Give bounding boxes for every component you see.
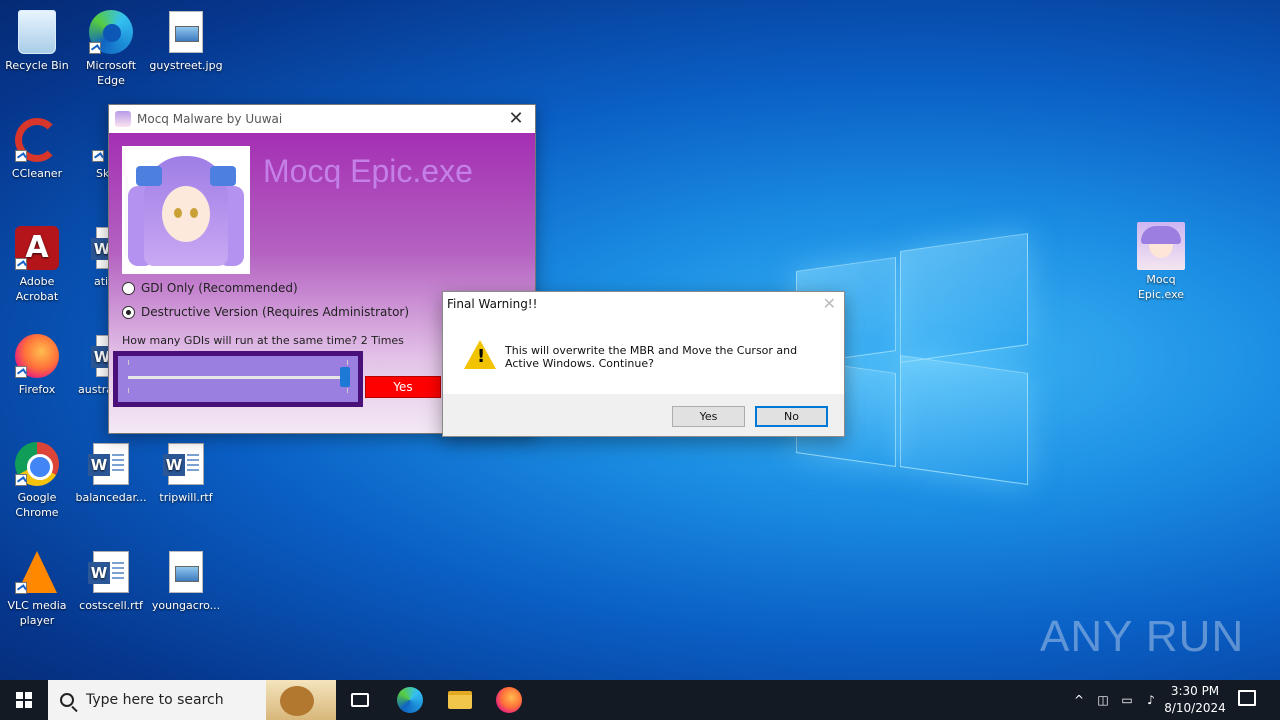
slider-track[interactable] bbox=[128, 376, 346, 379]
desktop-icon-label: Google Chrome bbox=[15, 491, 59, 519]
desktop-icon-label: youngacro... bbox=[151, 599, 221, 612]
desktop-icon-label: CCleaner bbox=[11, 167, 63, 180]
task-view-button[interactable] bbox=[346, 686, 374, 714]
image-file-icon bbox=[169, 11, 203, 53]
firefox-icon bbox=[496, 687, 522, 713]
desktop-icon-label: Adobe Acrobat bbox=[15, 275, 59, 303]
clock-date: 8/10/2024 bbox=[1164, 701, 1226, 715]
mocq-titlebar[interactable]: Mocq Malware by Uuwai bbox=[109, 105, 535, 133]
meet-now-icon[interactable]: ◫ bbox=[1094, 680, 1112, 720]
desktop-icon-recycle-bin[interactable]: Recycle Bin bbox=[0, 8, 74, 73]
desktop-icon-guystreet[interactable]: guystreet.jpg bbox=[149, 8, 223, 73]
edge-icon bbox=[397, 687, 423, 713]
desktop-icon-ati[interactable]: ati bbox=[74, 224, 108, 289]
desktop-icon-edge[interactable]: Microsoft Edge bbox=[74, 8, 148, 88]
volume-icon[interactable]: ♪ bbox=[1142, 680, 1160, 720]
taskbar-file-explorer[interactable] bbox=[446, 686, 474, 714]
search-highlight-image bbox=[266, 680, 336, 720]
radio-label: Destructive Version (Requires Administra… bbox=[141, 305, 410, 319]
desktop-icon-label: Sk bbox=[96, 167, 108, 180]
close-icon[interactable]: ✕ bbox=[505, 108, 527, 129]
desktop-icon-tripwill[interactable]: tripwill.rtf bbox=[149, 440, 223, 505]
word-doc-icon bbox=[91, 227, 108, 269]
close-icon[interactable]: ✕ bbox=[823, 294, 836, 313]
search-placeholder: Type here to search bbox=[86, 692, 224, 708]
desktop-icon-costscell[interactable]: costscell.rtf bbox=[74, 548, 148, 613]
desktop-icon-label: ati bbox=[94, 275, 108, 288]
final-warning-dialog: Final Warning!! ✕ ! This will overwrite … bbox=[442, 291, 845, 437]
gdi-count-label: How many GDIs will run at the same time?… bbox=[122, 334, 404, 347]
taskbar-firefox[interactable] bbox=[495, 686, 523, 714]
desktop-icon-vlc[interactable]: VLC media player bbox=[0, 548, 74, 628]
taskbar-clock[interactable]: 3:30 PM 8/10/2024 bbox=[1160, 683, 1230, 717]
word-doc-icon bbox=[88, 443, 129, 485]
desktop-icon-mocq-epic[interactable]: Mocq Epic.exe bbox=[1124, 222, 1198, 302]
desktop-icon-label: VLC media player bbox=[7, 599, 67, 627]
start-button[interactable] bbox=[0, 680, 48, 720]
desktop-icon-label: balancedar... bbox=[75, 491, 147, 504]
dialog-title: Final Warning!! bbox=[447, 297, 538, 311]
desktop-icon-skype[interactable]: Sk bbox=[74, 116, 108, 181]
desktop-icon-label: tripwill.rtf bbox=[159, 491, 213, 504]
desktop-icon-label: austra bbox=[78, 383, 108, 396]
desktop-icon-label: Microsoft Edge bbox=[85, 59, 137, 87]
desktop-icon-balancedar[interactable]: balancedar... bbox=[74, 440, 148, 505]
task-view-icon bbox=[351, 693, 369, 707]
app-icon bbox=[115, 111, 131, 127]
yes-button[interactable]: Yes bbox=[365, 376, 441, 398]
clock-time: 3:30 PM bbox=[1170, 684, 1220, 698]
desktop-icon-austra[interactable]: austra bbox=[74, 332, 108, 397]
warning-icon: ! bbox=[464, 340, 496, 369]
app-heading: Mocq Epic.exe bbox=[263, 153, 473, 189]
image-file-icon bbox=[169, 551, 203, 593]
anime-exe-icon bbox=[1137, 222, 1185, 270]
gdi-slider-frame bbox=[113, 351, 363, 407]
desktop-icon-label: Firefox bbox=[18, 383, 56, 396]
desktop-icon-acrobat[interactable]: A Adobe Acrobat bbox=[0, 224, 74, 304]
desktop-icon-label: Recycle Bin bbox=[5, 59, 69, 72]
folder-icon bbox=[448, 691, 472, 709]
desktop-icon-label: Mocq Epic.exe bbox=[1137, 273, 1185, 301]
taskbar-search[interactable]: Type here to search bbox=[48, 680, 336, 720]
dialog-no-button[interactable]: No bbox=[755, 406, 828, 427]
mocq-window-title: Mocq Malware by Uuwai bbox=[137, 112, 283, 126]
network-icon[interactable]: ▭ bbox=[1118, 680, 1136, 720]
word-doc-icon bbox=[91, 335, 108, 377]
slider-thumb[interactable] bbox=[340, 367, 350, 387]
dialog-message: This will overwrite the MBR and Move the… bbox=[505, 344, 798, 370]
desktop-icon-ccleaner[interactable]: CCleaner bbox=[0, 116, 74, 181]
word-doc-icon bbox=[163, 443, 204, 485]
search-icon bbox=[60, 693, 74, 707]
recycle-bin-icon bbox=[18, 10, 56, 54]
notification-icon[interactable] bbox=[1238, 690, 1256, 706]
taskbar: Type here to search ^ ◫ ▭ ♪ 3:30 PM 8/10… bbox=[0, 680, 1280, 720]
windows-icon bbox=[16, 692, 32, 708]
radio-label: GDI Only (Recommended) bbox=[141, 281, 298, 295]
desktop-icon-chrome[interactable]: Google Chrome bbox=[0, 440, 74, 520]
radio-destructive[interactable]: Destructive Version (Requires Administra… bbox=[122, 305, 409, 319]
word-doc-icon bbox=[88, 551, 129, 593]
desktop-icon-label: costscell.rtf bbox=[79, 599, 143, 612]
desktop-icon-youngacro[interactable]: youngacro... bbox=[149, 548, 223, 613]
radio-button-selected[interactable] bbox=[122, 305, 135, 319]
anime-portrait-image bbox=[122, 146, 250, 274]
radio-gdi-only[interactable]: GDI Only (Recommended) bbox=[122, 281, 298, 295]
desktop-icon-firefox[interactable]: Firefox bbox=[0, 332, 74, 397]
taskbar-edge[interactable] bbox=[396, 686, 424, 714]
radio-button[interactable] bbox=[122, 281, 135, 295]
desktop-icon-label: guystreet.jpg bbox=[149, 59, 223, 72]
dialog-yes-button[interactable]: Yes bbox=[672, 406, 745, 427]
chevron-up-icon[interactable]: ^ bbox=[1070, 680, 1088, 720]
anyrun-watermark: ANY RUN bbox=[1040, 612, 1245, 661]
